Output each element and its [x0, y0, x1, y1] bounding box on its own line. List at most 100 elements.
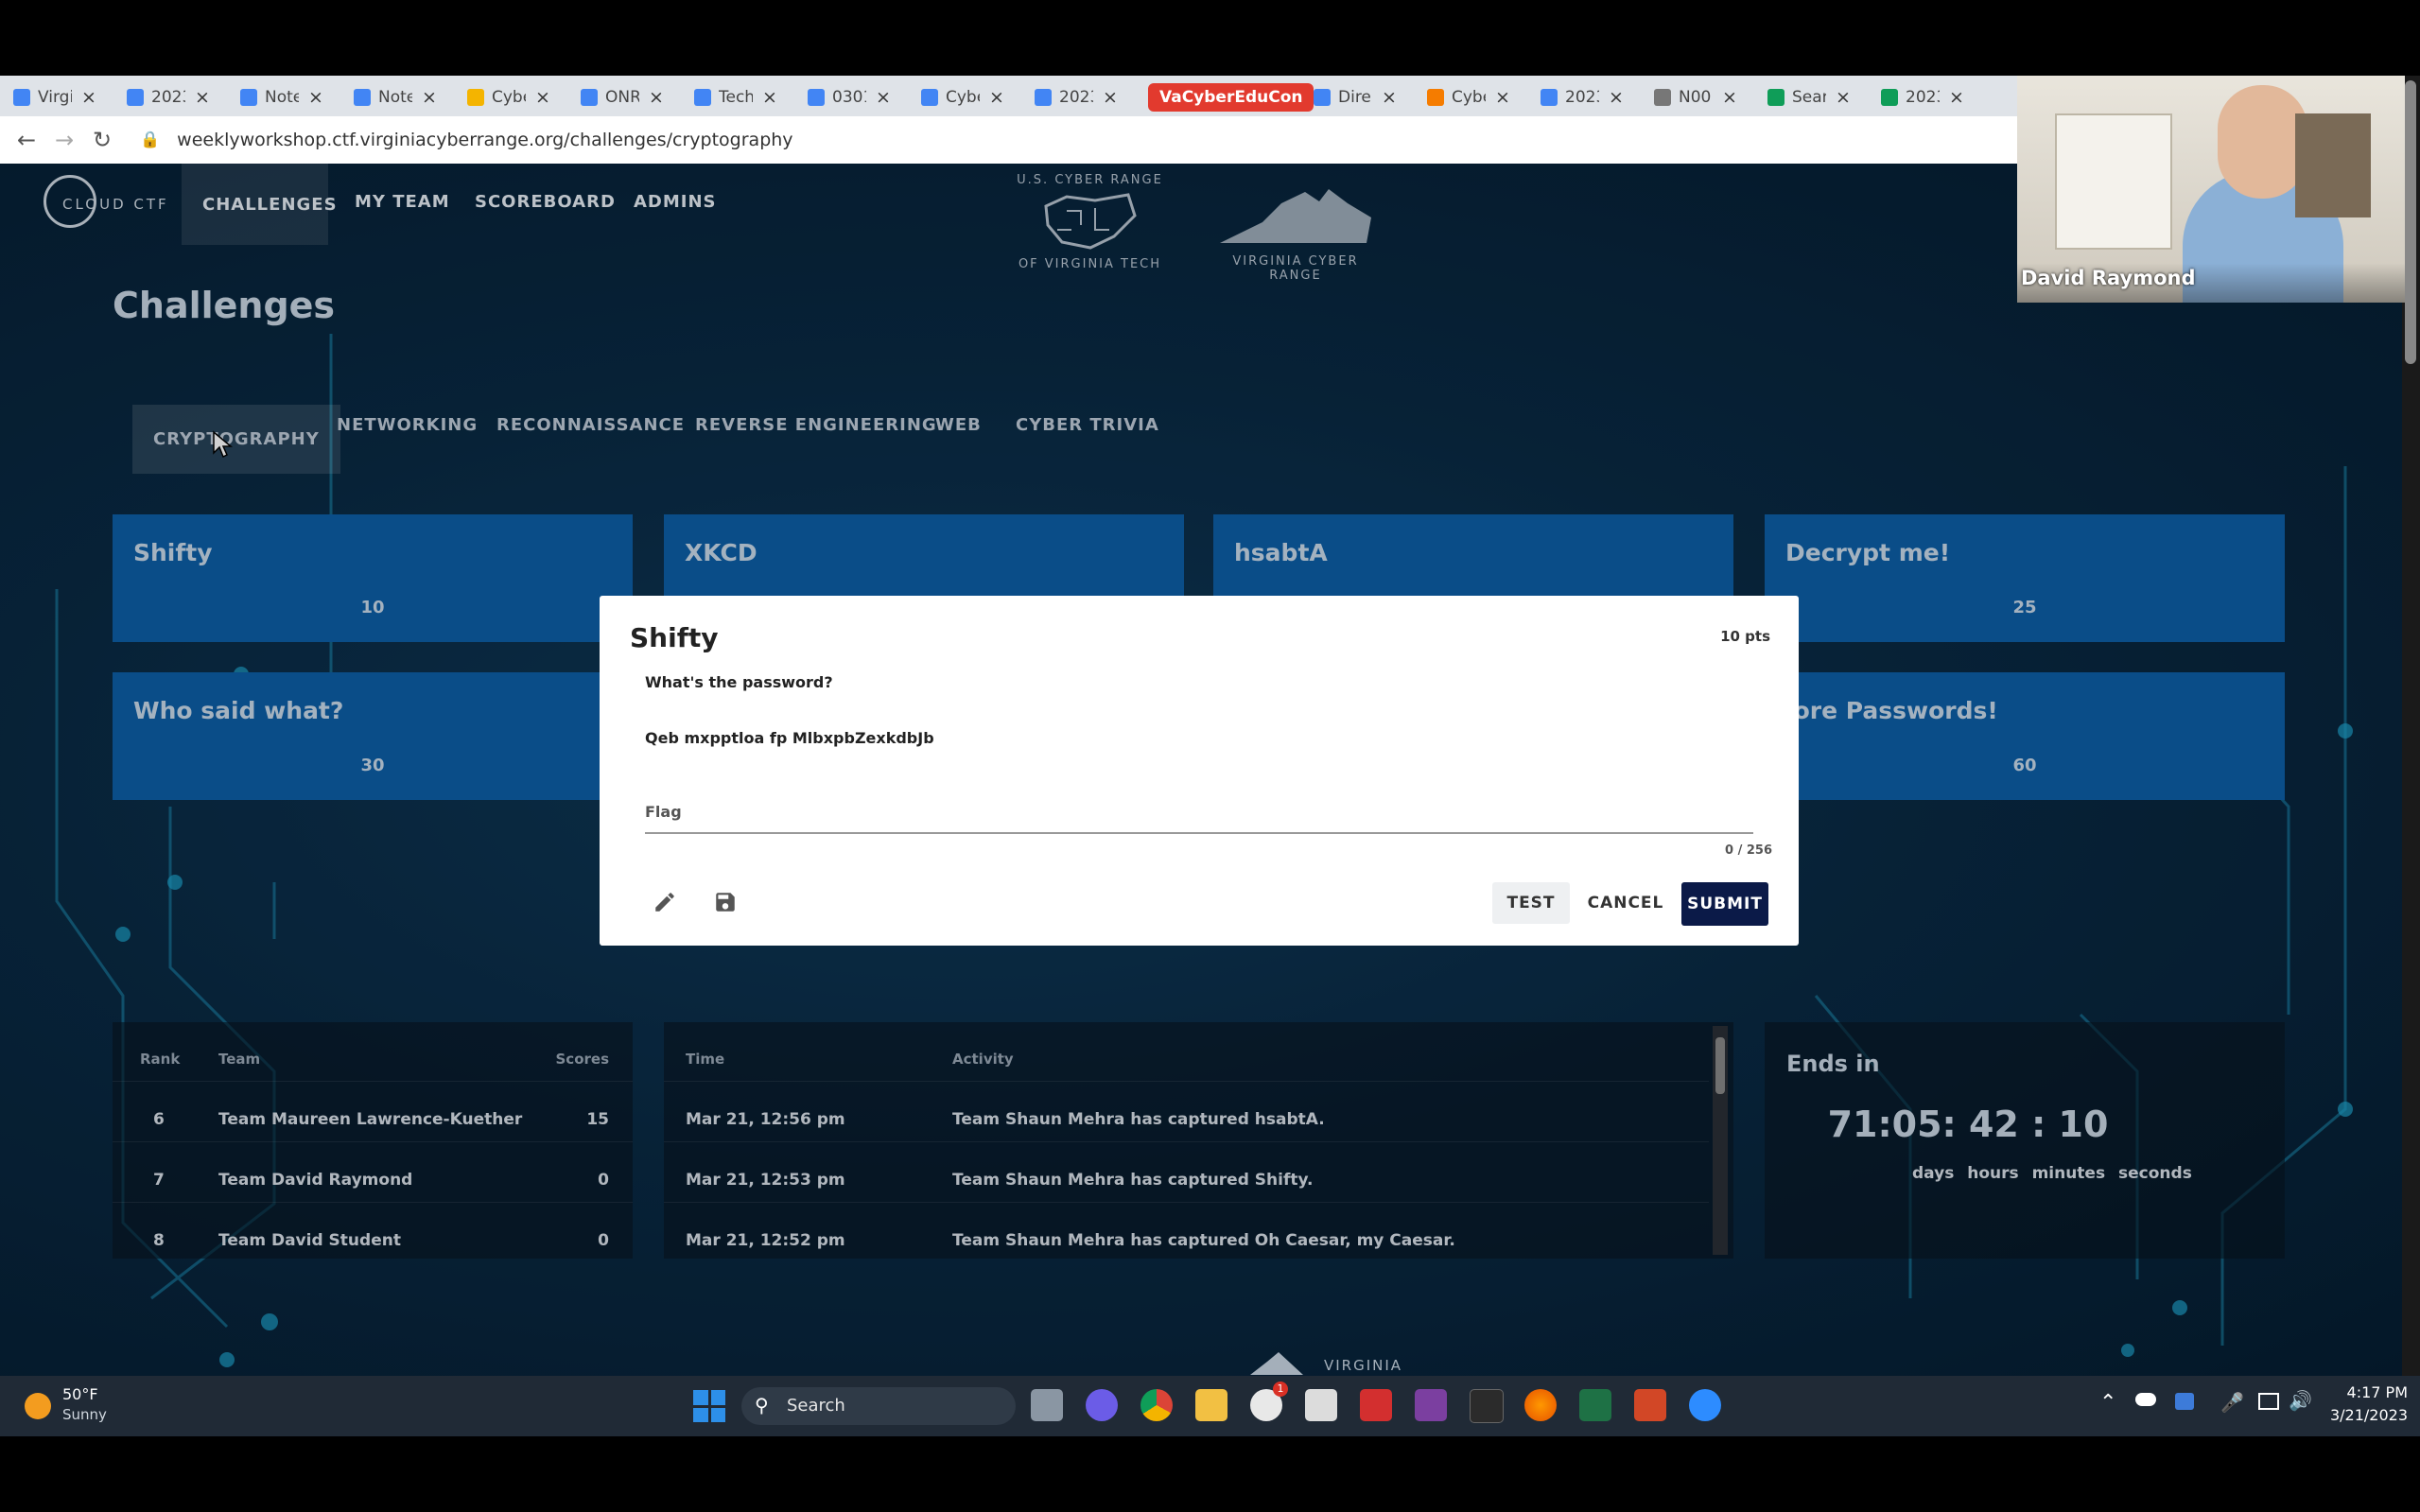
powerpoint-icon[interactable]: [1634, 1389, 1666, 1421]
tab-title: Note: [265, 88, 299, 107]
browser-tab[interactable]: Virgi ×: [13, 81, 96, 113]
close-tab-icon[interactable]: ×: [1949, 87, 1964, 108]
tab-favicon-icon: [921, 89, 938, 106]
browser-tab[interactable]: ONR ×: [581, 81, 664, 113]
browser-tab[interactable]: 2023 ×: [1541, 81, 1624, 113]
close-tab-icon[interactable]: ×: [762, 87, 777, 108]
excel-icon[interactable]: [1579, 1389, 1611, 1421]
onenote-icon[interactable]: [1415, 1389, 1447, 1421]
browser-tab[interactable]: Cybe ×: [467, 81, 550, 113]
page-scrollbar-thumb[interactable]: [2405, 80, 2416, 364]
app-tray-icon[interactable]: [2175, 1393, 2194, 1410]
acrobat-icon[interactable]: [1360, 1389, 1392, 1421]
forward-icon[interactable]: →: [45, 127, 83, 153]
close-tab-icon[interactable]: ×: [535, 87, 550, 108]
tab-favicon-icon: [354, 89, 371, 106]
tab-favicon-icon: [1541, 89, 1558, 106]
tab-title: Cybe: [946, 88, 980, 107]
taskbar-search-box[interactable]: ⚲ Search: [741, 1387, 1016, 1425]
tab-favicon-icon: [240, 89, 257, 106]
webcam-name-label: David Raymond: [2021, 267, 2196, 289]
terminal-icon[interactable]: [1470, 1389, 1504, 1423]
close-tab-icon[interactable]: ×: [876, 87, 891, 108]
browser-tab[interactable]: Cybe ×: [1427, 81, 1510, 113]
network-icon[interactable]: [2258, 1393, 2279, 1410]
snipping-tool-icon[interactable]: [1305, 1389, 1337, 1421]
search-icon: ⚲: [755, 1394, 769, 1416]
challenge-modal: Shifty 10 pts What's the password? Qeb m…: [600, 596, 1799, 946]
chevron-up-icon[interactable]: ⌃: [2099, 1391, 2116, 1415]
task-view-icon[interactable]: [1031, 1389, 1063, 1421]
tab-favicon-icon: [1767, 89, 1785, 106]
windows-start-icon[interactable]: [693, 1390, 725, 1422]
pencil-icon[interactable]: [653, 890, 677, 914]
close-tab-icon[interactable]: ×: [81, 87, 96, 108]
flag-input[interactable]: Flag: [645, 796, 1753, 834]
close-tab-icon[interactable]: ×: [1609, 87, 1624, 108]
close-tab-icon[interactable]: ×: [1495, 87, 1510, 108]
tab-title: ONR: [605, 88, 639, 107]
firefox-icon[interactable]: [1524, 1389, 1557, 1421]
tab-title: Sear: [1792, 88, 1826, 107]
modal-title: Shifty: [630, 622, 719, 653]
clock-date[interactable]: 3/21/2023: [2323, 1406, 2408, 1424]
tab-favicon-icon: [581, 89, 598, 106]
browser-tab[interactable]: 2023 ×: [127, 81, 210, 113]
reload-icon[interactable]: ↻: [83, 127, 121, 153]
browser-tab[interactable]: Cybe ×: [921, 81, 1004, 113]
file-explorer-icon[interactable]: [1195, 1389, 1227, 1421]
browser-tab[interactable]: 0301 ×: [808, 81, 891, 113]
microphone-icon[interactable]: 🎤: [2220, 1391, 2244, 1414]
close-tab-icon[interactable]: ×: [649, 87, 664, 108]
browser-tab[interactable]: 2023 ×: [1881, 81, 1964, 113]
tab-favicon-icon: [1314, 89, 1331, 106]
browser-tab[interactable]: Dire ×: [1314, 81, 1397, 113]
tab-title: 0301: [832, 88, 866, 107]
cancel-button[interactable]: CANCEL: [1587, 882, 1664, 924]
search-label: Search: [787, 1396, 845, 1416]
modal-points: 10 pts: [1720, 628, 1770, 645]
tab-title: Cybe: [492, 88, 526, 107]
back-icon[interactable]: ←: [8, 127, 45, 153]
tab-title: 2023: [1906, 88, 1940, 107]
volume-icon[interactable]: 🔊: [2289, 1389, 2312, 1412]
browser-tab[interactable]: Note ×: [240, 81, 323, 113]
url-field[interactable]: weeklyworkshop.ctf.virginiacyberrange.or…: [177, 130, 792, 150]
modal-cipher-text: Qeb mxpptloa fp MlbxpbZexkdbJb: [645, 729, 934, 747]
close-tab-icon[interactable]: ×: [1722, 87, 1737, 108]
tab-title: Cybe: [1452, 88, 1486, 107]
browser-tab[interactable]: 2023 ×: [1035, 81, 1118, 113]
browser-tab[interactable]: N00 ×: [1654, 81, 1737, 113]
close-tab-icon[interactable]: ×: [1103, 87, 1118, 108]
close-tab-icon[interactable]: ×: [195, 87, 210, 108]
zoom-icon[interactable]: [1689, 1389, 1721, 1421]
close-tab-icon[interactable]: ×: [308, 87, 323, 108]
chrome-icon[interactable]: [1140, 1389, 1173, 1421]
tab-title: 2023: [1059, 88, 1093, 107]
tab-title: N00: [1679, 88, 1712, 107]
slack-icon[interactable]: 1: [1250, 1382, 1288, 1421]
close-tab-icon[interactable]: ×: [989, 87, 1004, 108]
browser-tab[interactable]: Note ×: [354, 81, 437, 113]
close-tab-icon[interactable]: ×: [422, 87, 437, 108]
tab-favicon-icon: [808, 89, 825, 106]
browser-tab[interactable]: VaCyberEduCon: [1148, 81, 1314, 113]
onedrive-icon[interactable]: [2135, 1393, 2156, 1406]
close-tab-icon[interactable]: ×: [1836, 87, 1851, 108]
browser-tab[interactable]: Sear ×: [1767, 81, 1851, 113]
tab-title: Tech: [719, 88, 753, 107]
close-tab-icon[interactable]: ×: [1382, 87, 1397, 108]
tab-title: VaCyberEduCon: [1148, 83, 1314, 112]
clock-time[interactable]: 4:17 PM: [2323, 1383, 2408, 1401]
address-bar: ← → ↻ 🔒 weeklyworkshop.ctf.virginiacyber…: [0, 116, 2017, 164]
weather-temp: 50°F: [62, 1385, 98, 1403]
submit-button[interactable]: SUBMIT: [1681, 882, 1768, 926]
browser-tab[interactable]: Tech ×: [694, 81, 777, 113]
test-button[interactable]: TEST: [1492, 882, 1570, 924]
tab-strip: Virgi × 2023 × Note × Note × Cybe × ONR × Tech × 0301 ×…: [0, 76, 2017, 116]
teams-chat-icon[interactable]: [1086, 1389, 1118, 1421]
weather-condition: Sunny: [62, 1406, 107, 1423]
save-icon[interactable]: [713, 890, 738, 914]
weather-sun-icon[interactable]: [25, 1393, 51, 1419]
tab-favicon-icon: [1654, 89, 1671, 106]
